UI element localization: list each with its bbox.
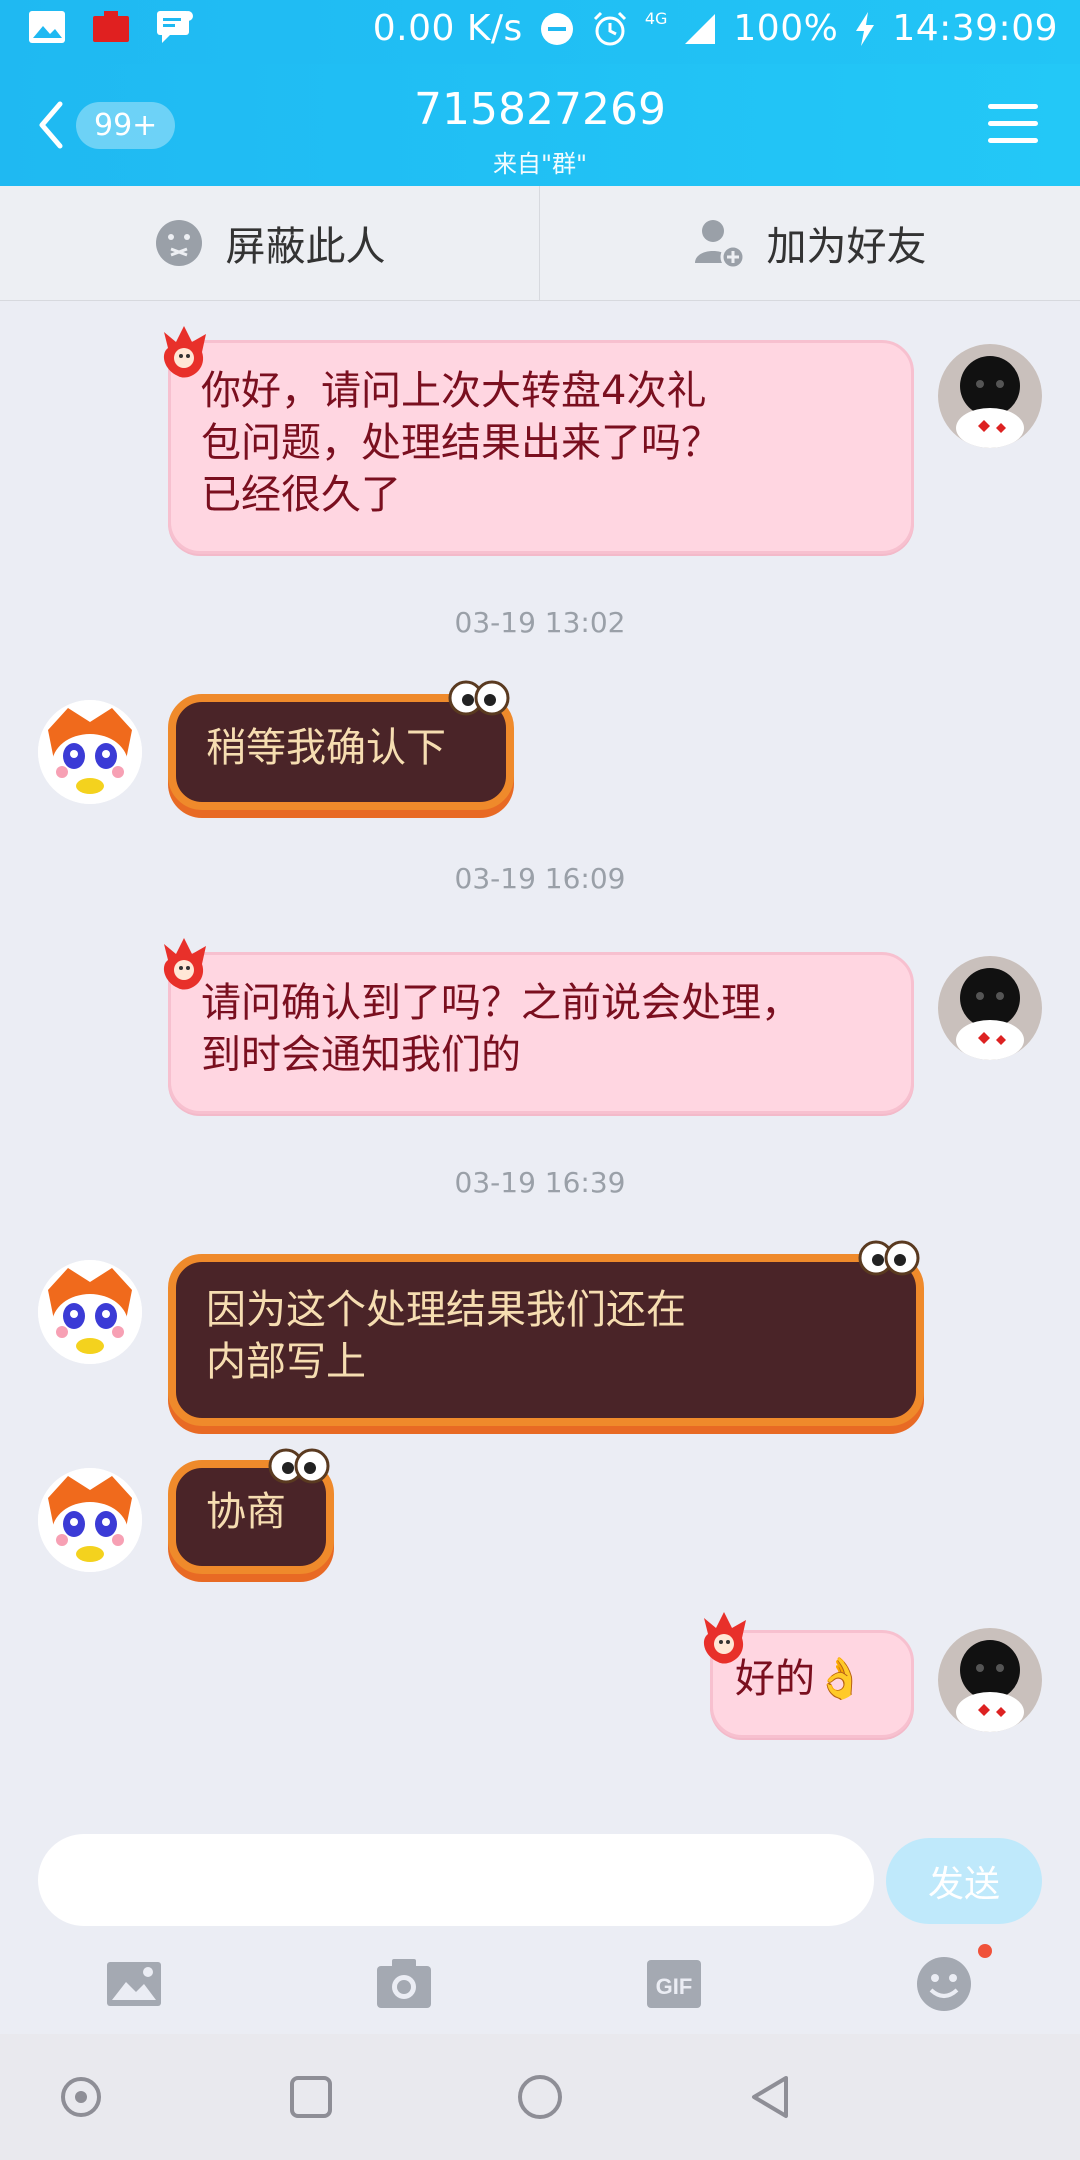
message-text: 请问确认到了吗？之前说会处理， 到时会通知我们的	[201, 980, 801, 1078]
add-friend-label: 加为好友	[766, 224, 927, 270]
my-avatar[interactable]	[938, 1628, 1042, 1732]
home-icon[interactable]	[515, 2072, 565, 2122]
assistant-icon[interactable]	[56, 2072, 106, 2122]
cartoon-cat-avatar-icon	[38, 1468, 142, 1572]
fox-sticker-icon	[163, 326, 206, 378]
gif-icon[interactable]: GIF	[644, 1954, 704, 2014]
battery-percent: 100%	[733, 8, 839, 49]
chat-header: 99+ 715827269 来自"群"	[0, 64, 1080, 186]
composer-toolbar: GIF	[0, 1940, 1080, 2030]
svg-text:GIF: GIF	[656, 1974, 693, 1999]
cartoon-cat-avatar-icon	[38, 1260, 142, 1364]
stranger-action-bar: 屏蔽此人 加为好友	[0, 186, 1080, 301]
back-nav-icon[interactable]	[746, 2072, 796, 2122]
block-user-button[interactable]: 屏蔽此人	[0, 186, 540, 300]
clock: 14:39:09	[892, 8, 1058, 49]
status-bar: 0.00 K/s 4G 100% 14:39:09	[0, 0, 1080, 64]
my-avatar[interactable]	[938, 956, 1042, 1060]
message-text: 因为这个处理结果我们还在 内部写上	[206, 1287, 686, 1385]
message-input[interactable]	[38, 1834, 874, 1926]
contact-avatar[interactable]	[38, 1260, 142, 1364]
message-bubble-incoming[interactable]: 因为这个处理结果我们还在 内部写上	[168, 1254, 924, 1426]
cartoon-eyes-decoration-icon	[448, 680, 510, 716]
puppy-avatar-icon	[938, 1628, 1042, 1732]
recent-apps-icon[interactable]	[286, 2072, 336, 2122]
cartoon-eyes-decoration-icon	[858, 1240, 920, 1276]
charging-icon	[856, 11, 875, 46]
message-text: 你好，请问上次大转盘4次礼 包问题，处理结果出来了吗？ 已经很久了	[201, 368, 721, 518]
menu-icon	[988, 104, 1038, 109]
cartoon-eyes-decoration-icon	[268, 1448, 330, 1484]
send-button[interactable]: 发送	[886, 1838, 1042, 1924]
block-user-label: 屏蔽此人	[225, 224, 386, 270]
network-speed: 0.00 K/s	[372, 8, 523, 49]
gallery-notification-icon	[29, 11, 65, 43]
signal-icon	[685, 13, 716, 44]
notification-dot	[978, 1944, 992, 1958]
add-friend-button[interactable]: 加为好友	[540, 186, 1079, 300]
alarm-icon	[593, 11, 626, 45]
fox-sticker-icon	[163, 938, 206, 990]
contact-avatar[interactable]	[38, 1468, 142, 1572]
chat-title: 715827269	[414, 84, 666, 135]
red-app-notification-icon	[93, 11, 129, 42]
message-bubble-outgoing[interactable]: 你好，请问上次大转盘4次礼 包问题，处理结果出来了吗？ 已经很久了	[168, 340, 914, 554]
menu-button[interactable]	[988, 104, 1038, 148]
system-navigation-bar	[0, 2034, 1080, 2160]
puppy-avatar-icon	[938, 344, 1042, 448]
add-friend-icon	[694, 220, 745, 269]
camera-icon[interactable]	[374, 1954, 434, 2014]
message-bubble-outgoing[interactable]: 请问确认到了吗？之前说会处理， 到时会通知我们的	[168, 952, 914, 1114]
message-timestamp: 03-19 16:09	[454, 862, 626, 895]
emoji-icon[interactable]	[914, 1954, 974, 2014]
message-notification-icon	[157, 11, 193, 43]
contact-avatar[interactable]	[38, 700, 142, 804]
chat-subtitle: 来自"群"	[492, 150, 588, 178]
puppy-avatar-icon	[938, 956, 1042, 1060]
my-avatar[interactable]	[938, 344, 1042, 448]
block-icon	[155, 220, 202, 266]
message-timestamp: 03-19 13:02	[454, 606, 626, 639]
do-not-disturb-icon	[540, 12, 573, 45]
fox-sticker-icon	[703, 1612, 746, 1664]
image-picker-icon[interactable]	[104, 1954, 164, 2014]
message-timestamp: 03-19 16:39	[454, 1166, 626, 1199]
network-type: 4G	[644, 9, 668, 28]
cartoon-cat-avatar-icon	[38, 700, 142, 804]
